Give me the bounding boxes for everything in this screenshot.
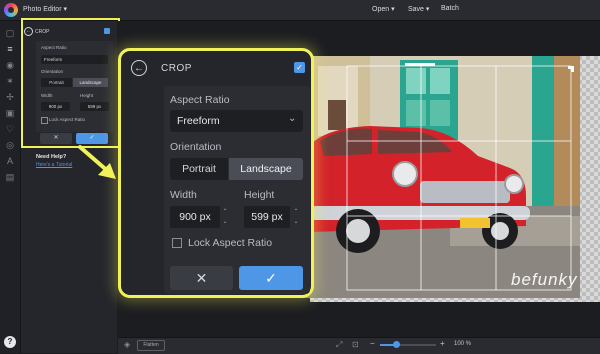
tutorial-link[interactable]: Here's a Tutorial	[36, 162, 72, 168]
zoom-in-icon[interactable]: +	[440, 339, 445, 348]
aspect-ratio-select-large[interactable]: Freeform	[170, 110, 303, 132]
actual-size-icon[interactable]: ⊡	[352, 340, 359, 349]
portrait-button-large[interactable]: Portrait	[170, 158, 228, 180]
aspect-ratio-label-large: Aspect Ratio	[170, 94, 230, 106]
height-input-large[interactable]: 599 px	[244, 206, 290, 228]
layers-icon[interactable]: ◈	[124, 340, 130, 349]
highlight-box	[21, 18, 120, 148]
license-plate	[460, 218, 490, 228]
crop-title-large: CROP	[161, 63, 192, 74]
cancel-button-large[interactable]: ✕	[170, 266, 233, 290]
car-headlight	[504, 174, 524, 194]
car-hubcap	[491, 222, 509, 240]
frames-tool-icon[interactable]: ▣	[5, 108, 15, 118]
textures-tool-icon[interactable]: ▤	[5, 172, 15, 182]
text-tool-icon[interactable]: A	[5, 156, 15, 166]
zoom-slider-handle[interactable]	[393, 341, 400, 348]
batch-button[interactable]: Batch	[441, 5, 459, 12]
photo-canvas[interactable]	[300, 56, 580, 298]
edit-tool-icon[interactable]: ≡	[5, 44, 15, 54]
lock-aspect-label-large: Lock Aspect Ratio	[188, 237, 273, 249]
door-pane	[430, 100, 450, 126]
car-hubcap	[346, 219, 370, 243]
chevron-down-icon: ▾	[425, 6, 430, 13]
save-menu[interactable]: Save ▾	[408, 5, 429, 13]
width-label-large: Width	[170, 189, 197, 201]
eye-tool-icon[interactable]: ◉	[5, 60, 15, 70]
door-pane	[430, 68, 450, 94]
height-label-large: Height	[244, 189, 275, 201]
flatten-button[interactable]: Flatten	[137, 340, 165, 351]
app-title: Photo Editor	[23, 6, 62, 13]
width-input-large[interactable]: 900 px	[170, 206, 220, 228]
chevron-down-icon: ▾	[391, 6, 395, 13]
chevron-down-icon: ▾	[63, 6, 67, 13]
effects-tool-icon[interactable]: ✶	[5, 76, 15, 86]
app-title-menu[interactable]: Photo Editor ▾	[23, 5, 67, 13]
zoom-out-icon[interactable]: −	[370, 339, 375, 348]
graphics-tool-icon[interactable]: ♡	[5, 124, 15, 134]
open-label: Open	[372, 6, 390, 13]
height-stepper-icon[interactable]: ⌃ ⌄	[292, 207, 300, 227]
help-button[interactable]: ?	[4, 336, 16, 348]
callout-arrow-icon	[78, 145, 116, 179]
apply-button-large[interactable]: ✓	[239, 266, 303, 290]
save-label: Save	[408, 6, 424, 13]
car-headlight	[392, 161, 418, 187]
zoom-level: 100 %	[454, 341, 472, 347]
door-pane	[406, 100, 426, 126]
landscape-button-large[interactable]: Landscape	[229, 158, 303, 180]
help-title: Need Help?	[36, 154, 67, 160]
tool-rail	[0, 21, 21, 353]
open-menu[interactable]: Open ▾	[372, 5, 395, 13]
lock-aspect-checkbox-large[interactable]	[172, 238, 182, 248]
orientation-label-large: Orientation	[170, 141, 222, 153]
window-dark	[328, 100, 346, 130]
befunky-logo-icon[interactable]	[4, 3, 18, 17]
chevron-down-icon: ⌄	[288, 113, 297, 124]
width-stepper-icon[interactable]: ⌃ ⌄	[221, 207, 229, 227]
watermark-logo: befunky	[511, 270, 578, 289]
bottom-bar	[118, 337, 600, 354]
image-tool-icon[interactable]: ▢	[5, 28, 15, 38]
artsy-tool-icon[interactable]: ✢	[5, 92, 15, 102]
door-pane	[406, 68, 426, 94]
back-arrow-icon[interactable]: ←	[131, 60, 147, 76]
apply-check-icon-large[interactable]: ✓	[294, 62, 305, 73]
overlays-tool-icon[interactable]: ◎	[5, 140, 15, 150]
fit-screen-icon[interactable]: ⤢	[336, 340, 342, 350]
